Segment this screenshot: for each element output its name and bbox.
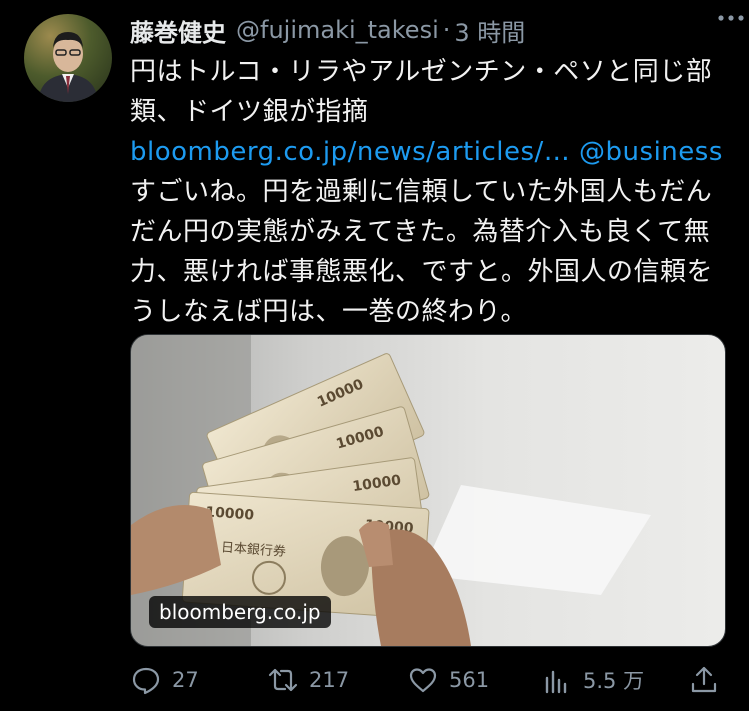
- reply-button[interactable]: 27: [130, 662, 199, 698]
- tweet-header: 藤巻健史 @fujimaki_takesi · 3 時間: [130, 12, 729, 48]
- views-icon: [545, 670, 567, 694]
- author-handle[interactable]: @fujimaki_takesi: [236, 16, 439, 44]
- reply-icon: [132, 667, 160, 695]
- separator-dot: ·: [442, 16, 451, 44]
- author-name[interactable]: 藤巻健史: [130, 13, 226, 48]
- article-link[interactable]: bloomberg.co.jp/news/articles/…: [130, 137, 570, 167]
- avatar[interactable]: [24, 14, 112, 102]
- share-icon: [691, 666, 717, 693]
- mention-link[interactable]: @business: [579, 137, 723, 167]
- timestamp[interactable]: 3 時間: [454, 13, 525, 48]
- reply-count: 27: [172, 668, 199, 692]
- link-card-image[interactable]: 10000 10000 10000 10000 10000 日本銀行券: [130, 334, 726, 647]
- heart-icon: [409, 668, 437, 693]
- retweet-button[interactable]: 217: [267, 662, 349, 698]
- action-bar: 27 217 561 5.5 万: [130, 662, 730, 698]
- avatar-photo: [38, 32, 98, 102]
- link-card-domain[interactable]: bloomberg.co.jp: [149, 596, 331, 628]
- views-count: 5.5 万: [583, 669, 645, 693]
- like-button[interactable]: 561: [407, 662, 489, 698]
- more-icon[interactable]: [717, 6, 745, 30]
- tweet-text-part-2: すごいね。円を過剰に信頼していた外国人もだんだん円の実態がみえてきた。為替介入も…: [130, 177, 714, 327]
- share-button[interactable]: [688, 662, 730, 698]
- tweet-text: 円はトルコ・リラやアルゼンチン・ペソと同じ部類、ドイツ銀が指摘 bloomber…: [130, 52, 730, 332]
- like-count: 561: [449, 668, 490, 692]
- tweet-text-part-1: 円はトルコ・リラやアルゼンチン・ペソと同じ部類、ドイツ銀が指摘: [130, 57, 713, 127]
- retweet-count: 217: [309, 668, 350, 692]
- views-button[interactable]: 5.5 万: [541, 662, 644, 698]
- retweet-icon: [268, 668, 298, 692]
- tweet[interactable]: 藤巻健史 @fujimaki_takesi · 3 時間 円はトルコ・リラやアル…: [0, 0, 749, 711]
